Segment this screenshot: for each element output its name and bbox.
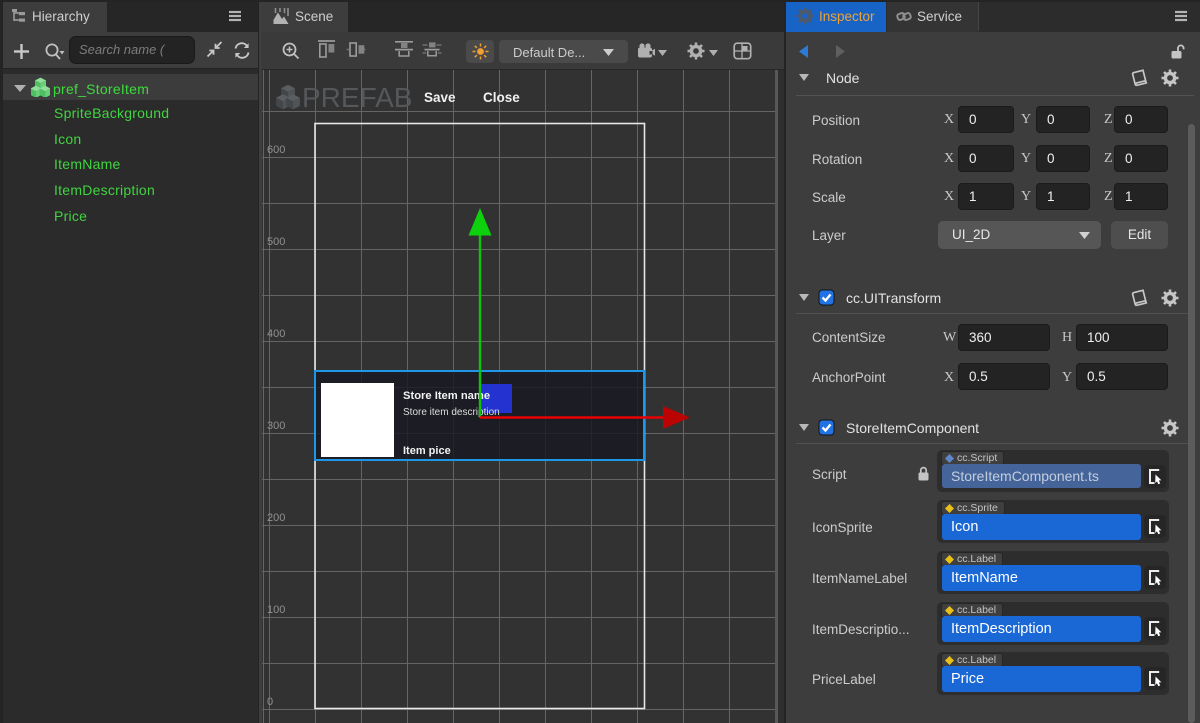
svg-text:Close: Close — [483, 90, 520, 105]
svg-text:400: 400 — [267, 328, 285, 340]
svg-text:200: 200 — [267, 512, 285, 524]
svg-text:PREFAB: PREFAB — [302, 82, 412, 113]
svg-text:300: 300 — [267, 420, 285, 432]
svg-text:Store Item name: Store Item name — [403, 390, 490, 402]
svg-text:0: 0 — [267, 696, 273, 708]
svg-text:500: 500 — [267, 236, 285, 248]
svg-text:600: 600 — [267, 144, 285, 156]
svg-text:Save: Save — [424, 90, 456, 105]
svg-text:Item pice: Item pice — [403, 445, 451, 457]
svg-text:100: 100 — [267, 604, 285, 616]
